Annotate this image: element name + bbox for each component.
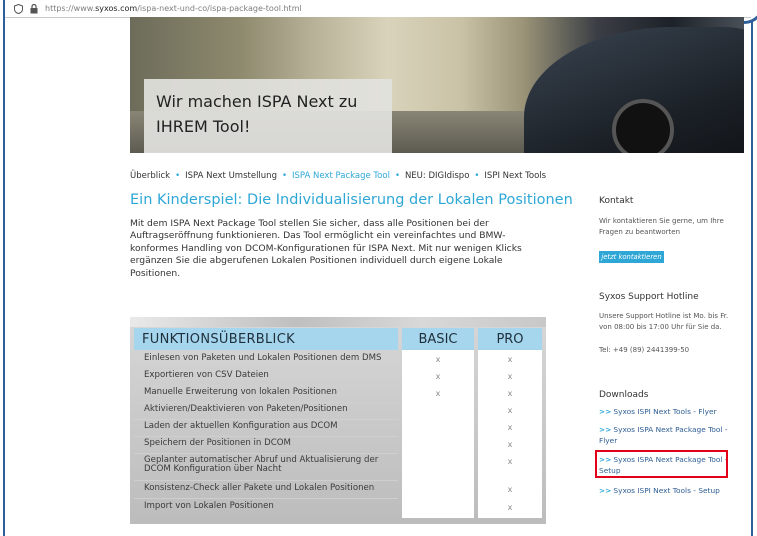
table-row: Manuelle Erweiterung von lokalen Positio… <box>134 386 542 402</box>
contact-text: Wir kontaktieren Sie gerne, um Ihre Frag… <box>599 217 724 236</box>
row-pro-mark: x <box>507 503 513 512</box>
highlight-box <box>595 450 728 478</box>
subnav-item-digidispo[interactable]: NEU: DIGIdispo <box>405 171 469 181</box>
row-label: Manuelle Erweiterung von lokalen Positio… <box>144 387 337 397</box>
hotline-text: Unsere Support Hotline ist Mo. bis Fr. v… <box>599 312 729 331</box>
feature-table: FUNKTIONSÜBERBLICK BASIC PRO Einlesen vo… <box>130 317 546 524</box>
table-row: Laden der aktuellen Konfiguration aus DC… <box>134 420 542 436</box>
hero-caption: Wir machen ISPA Next zu IHREM Tool! <box>156 92 358 136</box>
row-pro-mark: x <box>507 372 513 381</box>
double-arrow-icon: >> <box>599 486 612 495</box>
row-label: Einlesen von Paketen und Lokalen Positio… <box>144 353 382 363</box>
download-link-ispa-flyer[interactable]: >> Syxos ISPA Next Package Tool - Flyer <box>599 424 734 446</box>
table-row: Geplanter automatischer Abruf und Aktual… <box>134 454 542 480</box>
row-pro-mark: x <box>507 485 513 494</box>
table-header-feature: FUNKTIONSÜBERBLICK <box>134 328 398 350</box>
download-link-ispi-setup[interactable]: >> Syxos ISPI Next Tools - Setup <box>599 485 734 496</box>
subnav-separator: • <box>474 171 480 181</box>
double-arrow-icon: >> <box>599 407 612 416</box>
hero-caption-box: Wir machen ISPA Next zu IHREM Tool! <box>144 79 392 153</box>
intro-paragraph: Mit dem ISPA Next Package Tool stellen S… <box>130 218 522 279</box>
row-label: Konsistenz-Check aller Pakete und Lokale… <box>144 483 375 493</box>
subnav-item-umstellung[interactable]: ISPA Next Umstellung <box>185 171 277 181</box>
subnav: Überblick • ISPA Next Umstellung • ISPA Next… <box>130 171 546 181</box>
row-divider <box>134 480 398 481</box>
row-label: Aktivieren/Deaktivieren von Paketen/Posi… <box>144 404 348 414</box>
table-top-edge <box>130 317 546 327</box>
row-label: Geplanter automatischer Abruf und Aktual… <box>144 455 379 474</box>
row-pro-mark: x <box>507 423 513 432</box>
row-pro-mark: x <box>507 355 513 364</box>
row-pro-mark: x <box>507 389 513 398</box>
table-row: Speichern der Positionen in DCOM x <box>134 437 542 453</box>
row-basic-mark: x <box>435 389 441 398</box>
contact-button[interactable]: jetzt kontaktieren <box>599 251 664 263</box>
hotline-phone[interactable]: Tel: +49 (89) 2441399-50 <box>599 345 739 356</box>
subnav-item-package-tool[interactable]: ISPA Next Package Tool <box>292 171 390 181</box>
row-divider <box>134 498 398 499</box>
contact-title: Kontakt <box>599 196 634 206</box>
table-row: Konsistenz-Check aller Pakete und Lokale… <box>134 482 542 498</box>
hero-wheel <box>612 99 674 153</box>
row-label: Exportieren von CSV Dateien <box>144 370 269 380</box>
row-label: Laden der aktuellen Konfiguration aus DC… <box>144 421 338 431</box>
download-label: Syxos ISPI Next Tools - Setup <box>613 486 720 495</box>
table-row: Import von Lokalen Positionen x <box>134 500 542 516</box>
download-link-ispi-flyer[interactable]: >> Syxos ISPI Next Tools - Flyer <box>599 406 734 417</box>
table-row: Aktivieren/Deaktivieren von Paketen/Posi… <box>134 403 542 419</box>
row-pro-mark: x <box>507 457 513 466</box>
url-text[interactable]: https://www.syxos.com/ispa-next-und-co/i… <box>45 4 302 13</box>
double-arrow-icon: >> <box>599 425 612 434</box>
shield-icon <box>13 3 23 14</box>
address-bar[interactable]: https://www.syxos.com/ispa-next-und-co/i… <box>5 0 751 18</box>
download-label: Syxos ISPA Next Package Tool - Flyer <box>599 425 728 445</box>
subnav-item-ispi-tools[interactable]: ISPI Next Tools <box>484 171 546 181</box>
row-label: Speichern der Positionen in DCOM <box>144 438 291 448</box>
subnav-separator: • <box>175 171 181 181</box>
table-row: Exportieren von CSV Dateien x x <box>134 369 542 385</box>
table-row: Einlesen von Paketen und Lokalen Positio… <box>134 352 542 368</box>
page-heading: Ein Kinderspiel: Die Individualisierung … <box>130 192 573 208</box>
table-header-pro: PRO <box>478 328 542 350</box>
subnav-item-ueberblick[interactable]: Überblick <box>130 171 170 181</box>
row-basic-mark: x <box>435 355 441 364</box>
hotline-title: Syxos Support Hotline <box>599 292 699 302</box>
download-label: Syxos ISPI Next Tools - Flyer <box>613 407 717 416</box>
downloads-title: Downloads <box>599 390 649 400</box>
row-pro-mark: x <box>507 406 513 415</box>
row-label: Import von Lokalen Positionen <box>144 501 274 511</box>
lock-icon <box>29 3 39 14</box>
subnav-separator: • <box>394 171 400 181</box>
row-pro-mark: x <box>507 440 513 449</box>
hero-banner: Wir machen ISPA Next zu IHREM Tool! <box>130 17 744 153</box>
subnav-separator: • <box>281 171 287 181</box>
row-basic-mark: x <box>435 372 441 381</box>
table-header-basic: BASIC <box>402 328 474 350</box>
